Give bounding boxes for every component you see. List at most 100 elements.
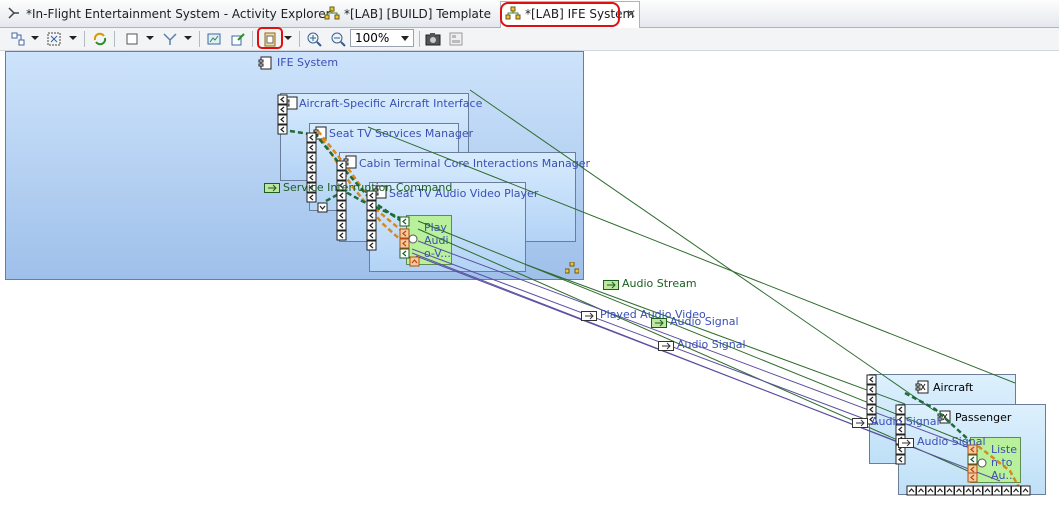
exchange-item-icon [264, 182, 280, 196]
exchange-label: Audio Signal [871, 415, 940, 428]
port [277, 94, 288, 105]
refresh-icon[interactable] [92, 31, 108, 47]
port [1011, 485, 1021, 496]
edge [526, 264, 906, 405]
camera-icon[interactable] [425, 31, 441, 47]
port [366, 230, 377, 241]
chevron-down-icon[interactable] [284, 36, 292, 40]
port [399, 216, 410, 227]
diagram-canvas[interactable]: IFE System Aircraft-Specific Aircraft In… [0, 51, 1059, 506]
edge [411, 248, 871, 422]
toolbar-separator [199, 31, 200, 47]
port [866, 404, 877, 415]
port [906, 485, 917, 496]
port [895, 404, 906, 415]
chevron-down-icon[interactable] [31, 36, 39, 40]
chevron-down-icon[interactable] [69, 36, 77, 40]
port [935, 485, 945, 496]
exchange-item-icon [581, 310, 597, 324]
chevron-down-icon[interactable] [184, 36, 192, 40]
tab-label: *In-Flight Entertainment System - Activi… [26, 7, 331, 21]
port [399, 248, 410, 259]
toolbar-separator [419, 31, 420, 47]
exchange-label: Audio Signal [670, 315, 739, 328]
toolbar-separator [299, 31, 300, 47]
port [366, 200, 377, 211]
exchange-item-icon [603, 279, 619, 293]
exchange-label: Audio Stream [622, 277, 697, 290]
port [366, 220, 377, 231]
port [336, 200, 347, 211]
port [982, 485, 993, 496]
port [973, 485, 983, 496]
port [967, 454, 978, 465]
dashed-edge [977, 445, 1022, 490]
port [409, 256, 420, 267]
layer-icon[interactable] [124, 31, 140, 47]
function-port-indicator [977, 458, 987, 468]
function-port-indicator [408, 234, 418, 244]
exchange-label: Audio Signal [917, 435, 986, 448]
edit-icon[interactable] [230, 31, 246, 47]
arrange-icon[interactable] [10, 31, 26, 47]
layout-icon[interactable] [448, 31, 464, 47]
port [306, 132, 317, 143]
port [306, 142, 317, 153]
diagram-icon [505, 6, 521, 20]
port [866, 374, 877, 385]
port [277, 114, 288, 125]
zoom-out-icon[interactable] [330, 31, 346, 47]
toolbar-separator [252, 31, 253, 47]
port [277, 124, 288, 135]
exchange-label: Audio Signal [677, 338, 746, 351]
tab-label: *[LAB] [BUILD] Template [344, 7, 491, 21]
tab-build-template[interactable]: *[LAB] [BUILD] Template [320, 2, 496, 26]
tab-activity-explorer[interactable]: *In-Flight Entertainment System - Activi… [2, 2, 331, 26]
port [336, 210, 347, 221]
port [317, 202, 328, 213]
port [1020, 485, 1031, 496]
port [306, 152, 317, 163]
port [336, 170, 347, 181]
edge [469, 89, 936, 412]
port [366, 240, 377, 251]
select-all-icon[interactable] [46, 31, 62, 47]
chevron-down-icon[interactable] [146, 36, 154, 40]
diagram-toolbar [0, 28, 1059, 51]
port [306, 162, 317, 173]
port [925, 485, 936, 496]
port [336, 160, 347, 171]
port [992, 485, 1002, 496]
exchange-item-icon [852, 417, 868, 431]
port [336, 220, 347, 231]
exchange-label: Service Interruption Command [283, 181, 453, 194]
port [866, 384, 877, 395]
port [277, 104, 288, 115]
activity-explorer-icon [8, 7, 19, 19]
port [1001, 485, 1012, 496]
zoom-in-icon[interactable] [306, 31, 322, 47]
port [399, 238, 410, 249]
port [866, 394, 877, 405]
close-icon[interactable]: ✕ [626, 2, 636, 26]
port [967, 472, 978, 483]
port [336, 230, 347, 241]
editor-tab-bar: *In-Flight Entertainment System - Activi… [0, 0, 1059, 28]
port [366, 210, 377, 221]
port [916, 485, 926, 496]
zoom-combo[interactable]: 100% [350, 29, 414, 47]
toolbar-separator [84, 31, 85, 47]
diagram-icon [324, 6, 340, 20]
port [306, 192, 317, 203]
exchange-item-icon [651, 317, 667, 331]
exchange-item-icon [898, 437, 914, 451]
tab-ife-system[interactable]: *[LAB] IFE System ✕ [500, 1, 640, 28]
port [954, 485, 964, 496]
highlight-annotation [257, 27, 283, 49]
filter-icon[interactable] [162, 31, 178, 47]
port [399, 228, 410, 239]
zoom-value: 100% [355, 31, 390, 45]
toolbar-separator [114, 31, 115, 47]
image-export-icon[interactable] [206, 31, 222, 47]
port [944, 485, 955, 496]
